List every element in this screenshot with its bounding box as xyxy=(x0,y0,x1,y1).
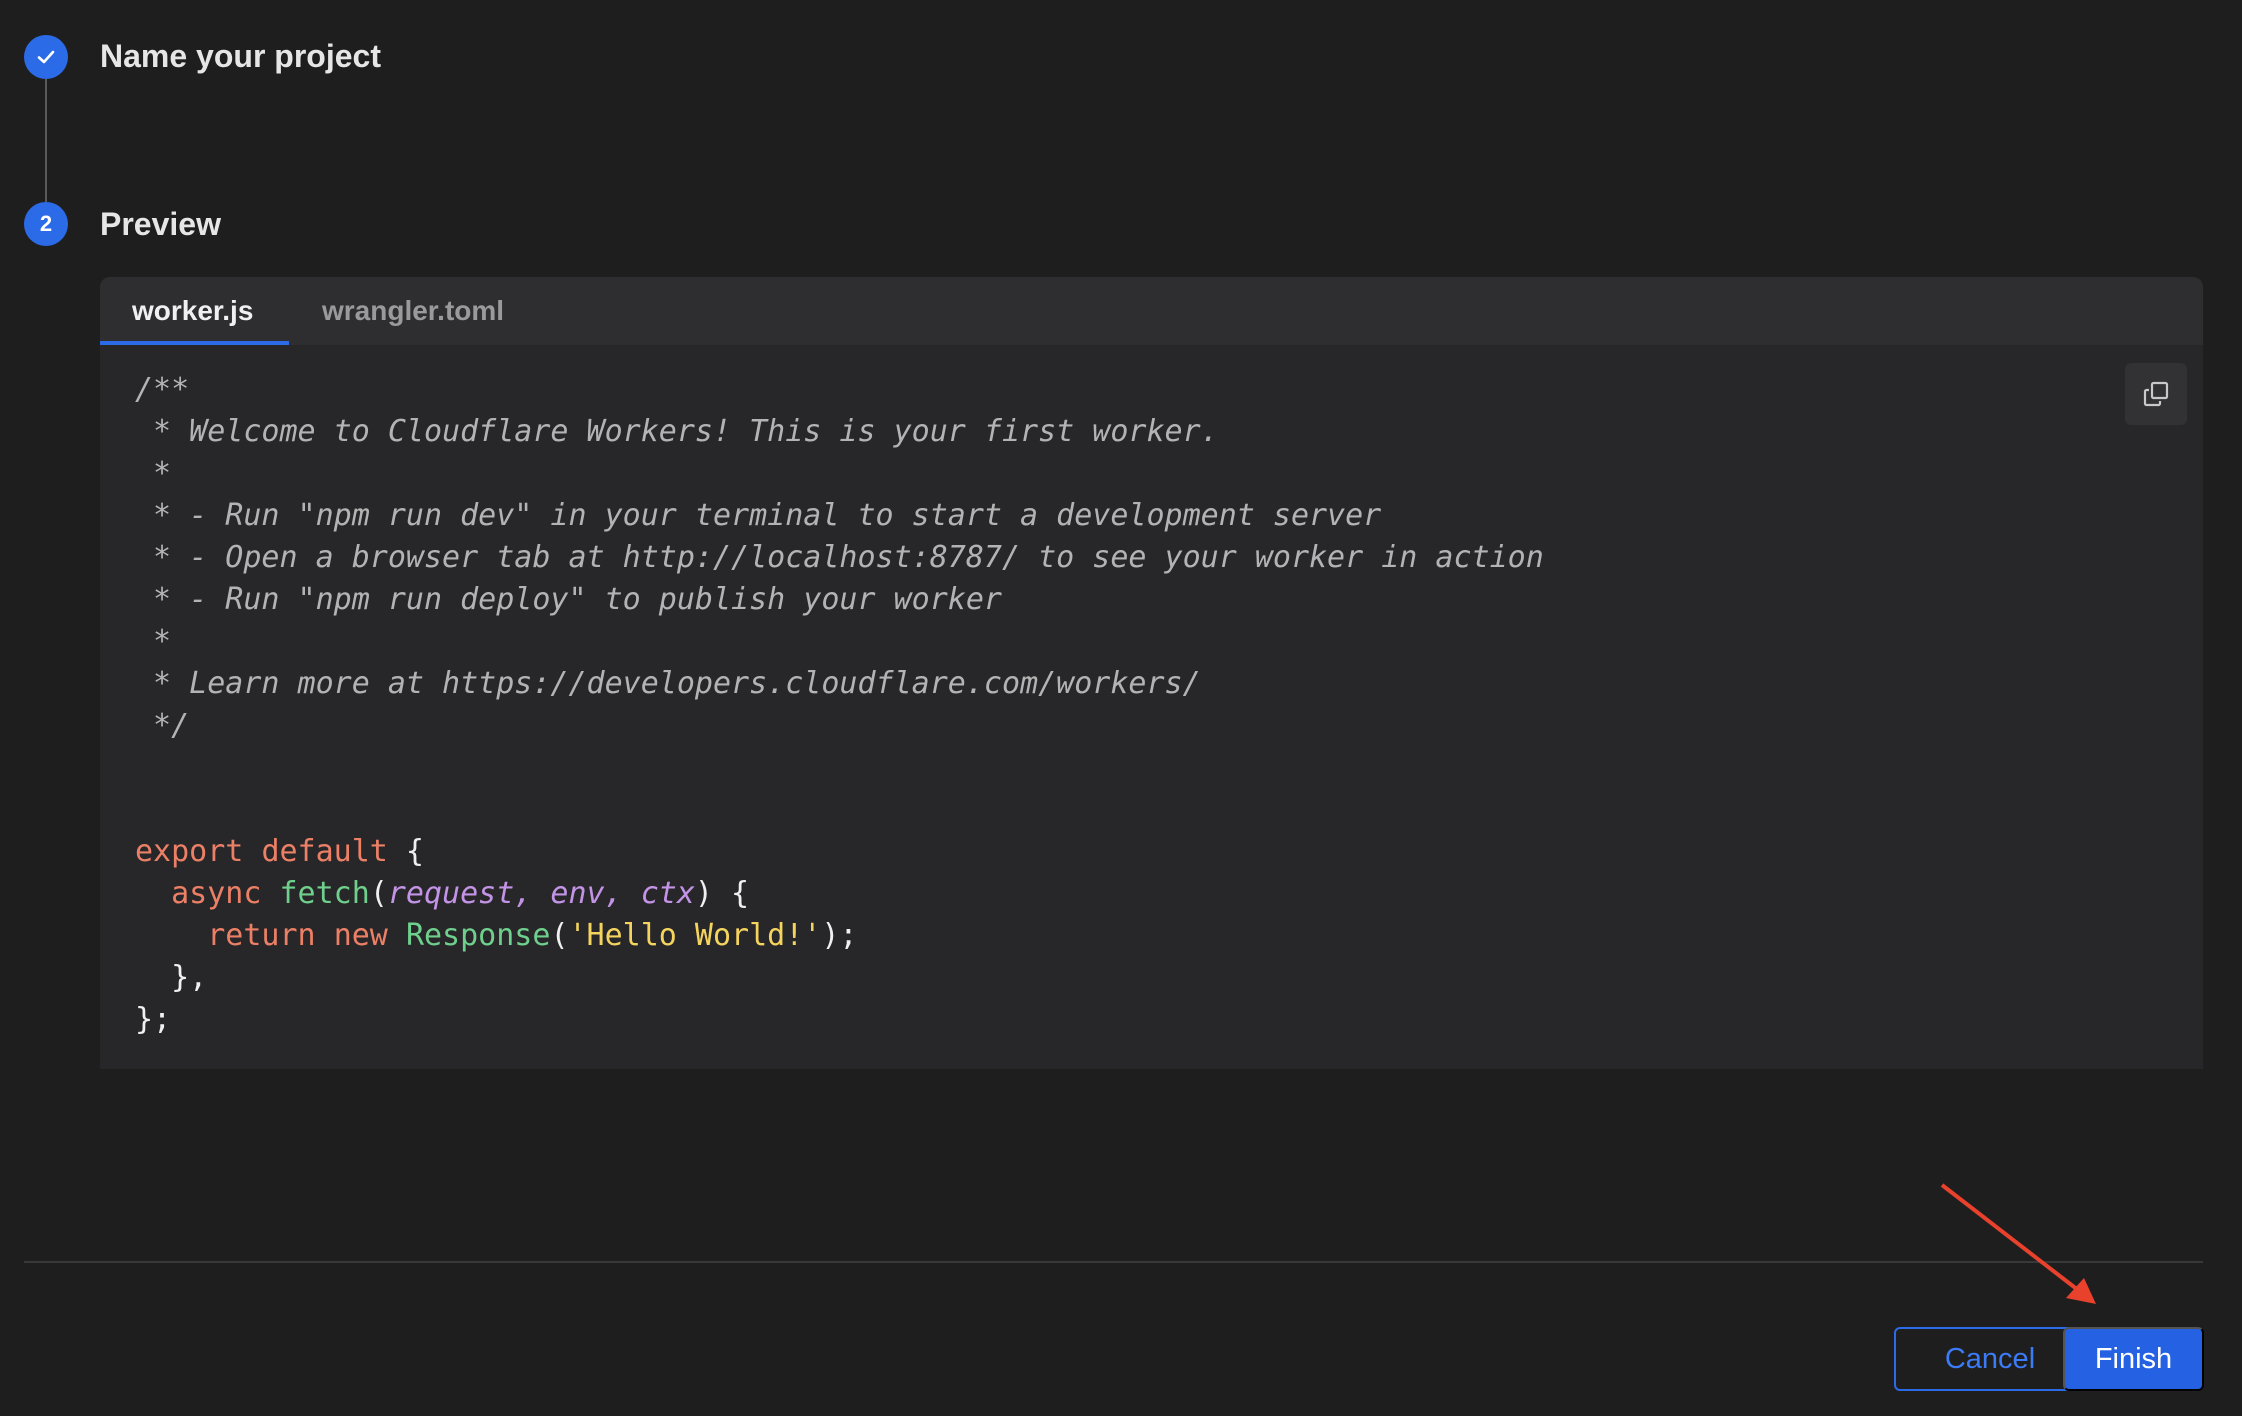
step-2-title: Preview xyxy=(100,206,221,242)
code-token: 'Hello World!' xyxy=(568,918,822,953)
code-line: * Welcome to Cloudflare Workers! This is… xyxy=(135,411,1544,453)
copy-code-button[interactable] xyxy=(2125,363,2187,425)
code-preview-panel: worker.js wrangler.toml /** * Welcome to… xyxy=(100,277,2203,1069)
finish-button[interactable]: Finish xyxy=(2063,1327,2204,1391)
code-token: fetch xyxy=(279,876,370,911)
code-token: export xyxy=(135,834,244,869)
code-line: async fetch(request, env, ctx) { xyxy=(135,873,1544,915)
create-worker-page: Name your project 2 Preview worker.js wr… xyxy=(0,0,2242,1416)
code-token: default xyxy=(261,834,388,869)
code-token: ( xyxy=(369,876,388,911)
footer-divider xyxy=(24,1261,2203,1263)
code-token: * Learn more at https://developers.cloud… xyxy=(135,666,1201,701)
code-token: ( xyxy=(550,918,569,953)
code-token: request, env, ctx xyxy=(387,876,695,911)
code-token: }, xyxy=(135,960,208,995)
code-token: async xyxy=(171,876,262,911)
code-line: * xyxy=(135,453,1544,495)
code-line: * - Run "npm run deploy" to publish your… xyxy=(135,579,1544,621)
tab-worker-js[interactable]: worker.js xyxy=(100,277,289,345)
tab-wrangler-toml[interactable]: wrangler.toml xyxy=(322,277,504,345)
code-token: * - Run "npm run dev" in your terminal t… xyxy=(135,498,1382,533)
code-token: { xyxy=(387,834,424,869)
step-complete-check-icon xyxy=(24,35,68,79)
code-line: return new Response('Hello World!'); xyxy=(135,915,1544,957)
code-token: return xyxy=(207,918,316,953)
code-token: /** xyxy=(135,372,190,407)
code-token: */ xyxy=(135,708,190,743)
code-token: * - Open a browser tab at http://localho… xyxy=(135,540,1544,575)
code-token: * xyxy=(135,456,172,491)
code-token: * xyxy=(135,624,172,659)
code-line: export default { xyxy=(135,831,1544,873)
code-line: }, xyxy=(135,957,1544,999)
step-2-number: 2 xyxy=(24,202,68,246)
step-1-title: Name your project xyxy=(100,38,381,74)
cancel-button[interactable]: Cancel xyxy=(1894,1327,2086,1391)
code-token: new xyxy=(333,918,388,953)
code-line: * - Open a browser tab at http://localho… xyxy=(135,537,1544,579)
code-line: /** xyxy=(135,369,1544,411)
file-tabs: worker.js wrangler.toml xyxy=(100,277,2203,345)
copy-icon xyxy=(2143,381,2169,407)
code-line: * - Run "npm run dev" in your terminal t… xyxy=(135,495,1544,537)
code-token: ); xyxy=(821,918,858,953)
code-token: Response xyxy=(405,918,551,953)
code-line: * Learn more at https://developers.cloud… xyxy=(135,663,1544,705)
code-token: * - Run "npm run deploy" to publish your… xyxy=(135,582,1002,617)
code-token: * Welcome to Cloudflare Workers! This is… xyxy=(135,414,1219,449)
code-line: */ xyxy=(135,705,1544,747)
code-token: ) { xyxy=(694,876,750,911)
code-line: }; xyxy=(135,999,1544,1041)
checkmark-icon xyxy=(37,50,55,64)
stepper-connector xyxy=(45,79,47,202)
code-token: }; xyxy=(135,1002,172,1037)
code-line: * xyxy=(135,621,1544,663)
code-block: /** * Welcome to Cloudflare Workers! Thi… xyxy=(135,369,1544,1041)
